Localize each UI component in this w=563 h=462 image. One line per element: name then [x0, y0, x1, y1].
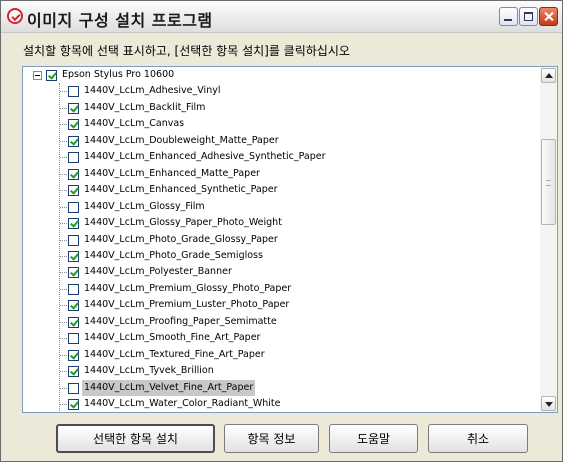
title-bar[interactable]: 이미지 구성 설치 프로그램	[1, 1, 562, 33]
scroll-thumb[interactable]	[541, 139, 556, 225]
minimize-button[interactable]	[499, 7, 518, 26]
tree-item-checkbox[interactable]	[68, 250, 79, 262]
tree-item-label: 1440V_LcLm_Tyvek_Brillion	[84, 365, 214, 377]
tree-item-checkbox[interactable]	[68, 102, 79, 114]
tree-item-checkbox[interactable]	[68, 185, 79, 197]
maximize-button[interactable]	[519, 7, 538, 26]
tree-item-checkbox[interactable]	[68, 349, 79, 361]
help-button[interactable]: 도움말	[329, 424, 418, 453]
tree-item-checkbox[interactable]	[68, 234, 79, 246]
tree-item-checkbox[interactable]	[68, 135, 79, 147]
tree-item-checkbox[interactable]	[68, 316, 79, 328]
tree-item-label: 1440V_LcLm_Enhanced_Matte_Paper	[84, 167, 260, 179]
tree-item-label: 1440V_LcLm_Photo_Grade_Semigloss	[84, 249, 263, 261]
window-title: 이미지 구성 설치 프로그램	[27, 11, 213, 30]
install-selected-button[interactable]: 선택한 항목 설치	[56, 424, 215, 453]
scroll-up-button[interactable]	[541, 68, 556, 83]
tree-item-label: 1440V_LcLm_Glossy_Film	[84, 200, 205, 212]
scroll-down-button[interactable]	[541, 396, 556, 411]
button-bar: 선택한 항목 설치 항목 정보 도움말 취소	[1, 415, 562, 461]
tree-item-label: 1440V_LcLm_Photo_Grade_Glossy_Paper	[84, 233, 278, 245]
tree-item-label: 1440V_LcLm_Velvet_Fine_Art_Paper	[82, 379, 256, 396]
tree-item-checkbox[interactable]	[68, 283, 79, 295]
tree-item-label: 1440V_LcLm_Doubleweight_Matte_Paper	[84, 134, 279, 146]
collapse-icon[interactable]	[33, 71, 42, 80]
tree-item-checkbox[interactable]	[68, 201, 79, 213]
tree-item-label: 1440V_LcLm_Adhesive_Vinyl	[84, 85, 221, 97]
tree-item-label: 1440V_LcLm_Smooth_Fine_Art_Paper	[84, 332, 261, 344]
tree-item-checkbox[interactable]	[68, 267, 79, 279]
tree-root-label: Epson Stylus Pro 10600	[62, 69, 175, 80]
tree-item-checkbox[interactable]	[68, 86, 79, 98]
tree-item-checkbox[interactable]	[68, 333, 79, 345]
tree-item-label: 1440V_LcLm_Polyester_Banner	[84, 266, 232, 278]
cancel-button[interactable]: 취소	[428, 424, 528, 453]
tree-root-checkbox[interactable]	[46, 70, 57, 81]
tree-item-checkbox[interactable]	[68, 300, 79, 312]
tree-item-label: 1440V_LcLm_Proofing_Paper_Semimatte	[84, 315, 277, 327]
tree-item-checkbox[interactable]	[68, 168, 79, 180]
instruction-text: 설치할 항목에 선택 표시하고, [선택한 항목 설치]를 클릭하십시오	[23, 44, 350, 58]
tree-item-label: 1440V_LcLm_Enhanced_Adhesive_Synthetic_P…	[84, 151, 326, 163]
media-tree[interactable]: Epson Stylus Pro 10600 1440V_LcLm_Adhesiv…	[22, 66, 558, 413]
tree-item-label: 1440V_LcLm_Backlit_Film	[84, 101, 206, 113]
tree-item-label: 1440V_LcLm_Textured_Fine_Art_Paper	[84, 348, 265, 360]
tree-item-label: 1440V_LcLm_Glossy_Paper_Photo_Weight	[84, 217, 282, 229]
tree-item-label: 1440V_LcLm_Canvas	[84, 118, 185, 130]
vertical-scrollbar[interactable]	[540, 67, 557, 412]
tree-connector-line	[59, 83, 60, 412]
tree-item-label: 1440V_LcLm_Premium_Luster_Photo_Paper	[84, 299, 290, 311]
tree-item-checkbox[interactable]	[68, 218, 79, 230]
tree-item-label: 1440V_LcLm_Premium_Glossy_Photo_Paper	[84, 282, 292, 294]
tree-item-label: 1440V_LcLm_Enhanced_Synthetic_Paper	[84, 184, 278, 196]
item-info-button[interactable]: 항목 정보	[224, 424, 319, 453]
tree-item-checkbox[interactable]	[68, 382, 79, 394]
close-button[interactable]	[539, 7, 558, 26]
tree-item-checkbox[interactable]	[68, 399, 79, 410]
installer-window: 이미지 구성 설치 프로그램 설치할 항목에 선택 표시하고, [선택한 항목 …	[0, 0, 563, 462]
epson-installer-icon	[7, 8, 23, 24]
tree-item-checkbox[interactable]	[68, 152, 79, 164]
tree-item-checkbox[interactable]	[68, 119, 79, 131]
tree-item-label: 1440V_LcLm_Water_Color_Radiant_White	[84, 398, 281, 409]
tree-item-label: 1440V_Photo_LcLm_Adhesive_Vinyl	[84, 412, 252, 413]
tree-item-checkbox[interactable]	[68, 366, 79, 378]
